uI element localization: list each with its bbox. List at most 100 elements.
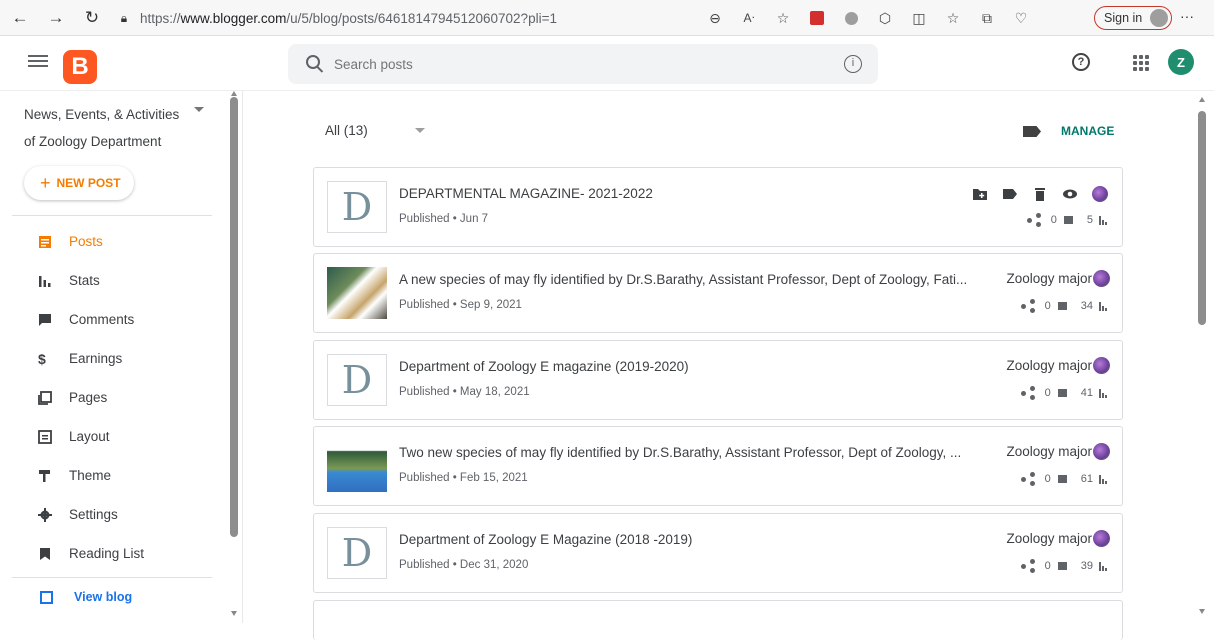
main-scroll-up-icon[interactable] [1199,97,1205,102]
favorites-list-icon[interactable]: ☆ [938,4,968,32]
sidebar-scrollbar[interactable] [230,97,238,537]
sidebar-item-label: Pages [69,390,108,405]
help-icon[interactable]: ? [1072,53,1090,71]
sign-in-button[interactable]: Sign in [1094,6,1172,30]
sidebar-item-label: Comments [69,312,135,327]
post-row[interactable]: D DEPARTMENTAL MAGAZINE- 2021-2022 Publi… [313,167,1123,247]
post-author: Zoology major [1006,271,1092,286]
label-icon[interactable] [1002,186,1018,202]
dropdown-caret-icon[interactable] [194,107,204,112]
author-avatar [1093,530,1110,547]
post-author: Zoology major [1006,358,1092,373]
sidebar-item-posts[interactable]: Posts [0,222,230,261]
post-row[interactable]: A new species of may fly identified by D… [313,253,1123,333]
external-link-icon [40,591,53,604]
extension-red-icon[interactable] [802,4,832,32]
sidebar-item-label: Layout [69,429,110,444]
share-icon[interactable] [1020,299,1035,313]
post-status: Published • Jun 7 [399,213,489,225]
zoom-out-icon[interactable]: ⊖ [700,4,730,32]
app-header: B i ? Z [0,37,1214,91]
post-actions [972,186,1108,202]
comment-icon [1057,562,1067,570]
user-avatar[interactable]: Z [1168,49,1194,75]
sidebar-item-stats[interactable]: Stats [0,261,230,300]
sidebar-scroll-down-icon[interactable] [231,611,237,616]
share-icon[interactable] [1026,213,1041,227]
sidebar-item-reading-list[interactable]: Reading List [0,534,230,573]
sidebar: News, Events, & Activities of Zoology De… [0,91,242,623]
post-stats: 0 61 [1020,472,1108,486]
post-thumbnail [327,440,387,492]
hamburger-menu-icon[interactable] [28,52,48,72]
post-row[interactable] [313,600,1123,640]
collections-icon[interactable]: ⧉ [972,4,1002,32]
sidebar-item-label: Theme [69,468,112,483]
post-title[interactable]: DEPARTMENTAL MAGAZINE- 2021-2022 [399,186,979,201]
post-title[interactable]: Department of Zoology E magazine (2019-2… [399,359,979,374]
post-author: Zoology major [1006,531,1092,546]
performance-icon[interactable]: ♡ [1006,4,1036,32]
sidebar-item-settings[interactable]: Settings [0,495,230,534]
paint-roller-icon [38,469,52,483]
bookmark-icon [38,547,52,561]
author-avatar [1093,357,1110,374]
more-menu-icon[interactable]: ··· [1180,8,1194,24]
post-row[interactable]: D Department of Zoology E Magazine (2018… [313,513,1123,593]
back-arrow-icon[interactable]: ← [4,4,36,32]
forward-arrow-icon[interactable]: → [40,4,72,32]
browser-icons: ⊖ Aᐧ ☆ ⬡ ◫ ☆ ⧉ ♡ [700,4,1036,32]
label-tag-icon[interactable] [1023,126,1041,137]
sidebar-item-earnings[interactable]: $ Earnings [0,339,230,378]
read-aloud-icon[interactable]: Aᐧ [734,4,764,32]
reload-icon[interactable]: ↻ [76,4,108,32]
sidebar-item-layout[interactable]: Layout [0,417,230,456]
apps-grid-icon[interactable] [1133,55,1149,71]
post-row[interactable]: D Department of Zoology E magazine (2019… [313,340,1123,420]
sidebar-item-comments[interactable]: Comments [0,300,230,339]
sidebar-item-label: Settings [69,507,118,522]
new-post-label: NEW POST [56,176,121,190]
search-input[interactable] [334,54,814,74]
views-icon [1099,301,1108,311]
split-screen-icon[interactable]: ◫ [904,4,934,32]
sidebar-item-theme[interactable]: Theme [0,456,230,495]
extension-grey-icon[interactable] [836,4,866,32]
dropdown-caret-icon[interactable] [415,128,425,133]
sign-in-label: Sign in [1104,11,1143,25]
browser-toolbar: ← → ↻ 🔒︎ https://www.blogger.com/u/5/blo… [0,0,1214,36]
share-icon[interactable] [1020,559,1035,573]
preview-eye-icon[interactable] [1062,186,1078,202]
main-scrollbar[interactable] [1198,111,1206,325]
blogger-logo[interactable]: B [63,50,97,84]
url-path: /u/5/blog/posts/6461814794512060702?pli=… [286,10,557,26]
lock-icon: 🔒︎ [120,10,128,25]
author-avatar [1093,270,1110,287]
share-icon[interactable] [1020,386,1035,400]
post-title[interactable]: A new species of may fly identified by D… [399,272,979,287]
info-icon[interactable]: i [844,55,862,73]
delete-icon[interactable] [1032,186,1048,202]
sidebar-scroll-up-icon[interactable] [231,91,237,96]
url-host: www.blogger.com [180,10,287,26]
post-title[interactable]: Two new species of may fly identified by… [399,445,979,460]
posts-filter-dropdown[interactable]: All (13) [325,123,368,138]
post-status: Published • Dec 31, 2020 [399,559,529,571]
post-row[interactable]: Two new species of may fly identified by… [313,426,1123,506]
view-blog-link[interactable]: View blog [0,582,230,612]
search-box[interactable]: i [288,44,878,84]
comment-icon [1057,302,1067,310]
posts-panel: All (13) MANAGE D DEPARTMENTAL MAGAZINE-… [243,91,1214,640]
extensions-puzzle-icon[interactable]: ⬡ [870,4,900,32]
manage-labels-button[interactable]: MANAGE [1061,124,1114,138]
new-post-button[interactable]: + NEW POST [24,166,134,200]
share-icon[interactable] [1020,472,1035,486]
move-to-draft-icon[interactable] [972,186,988,202]
main-scroll-down-icon[interactable] [1199,609,1205,614]
post-title[interactable]: Department of Zoology E Magazine (2018 -… [399,532,979,547]
blog-selector[interactable]: News, Events, & Activities of Zoology De… [24,101,189,155]
favorite-star-icon[interactable]: ☆ [768,4,798,32]
posts-icon [38,235,52,249]
post-thumbnail: D [327,354,387,406]
sidebar-item-pages[interactable]: Pages [0,378,230,417]
